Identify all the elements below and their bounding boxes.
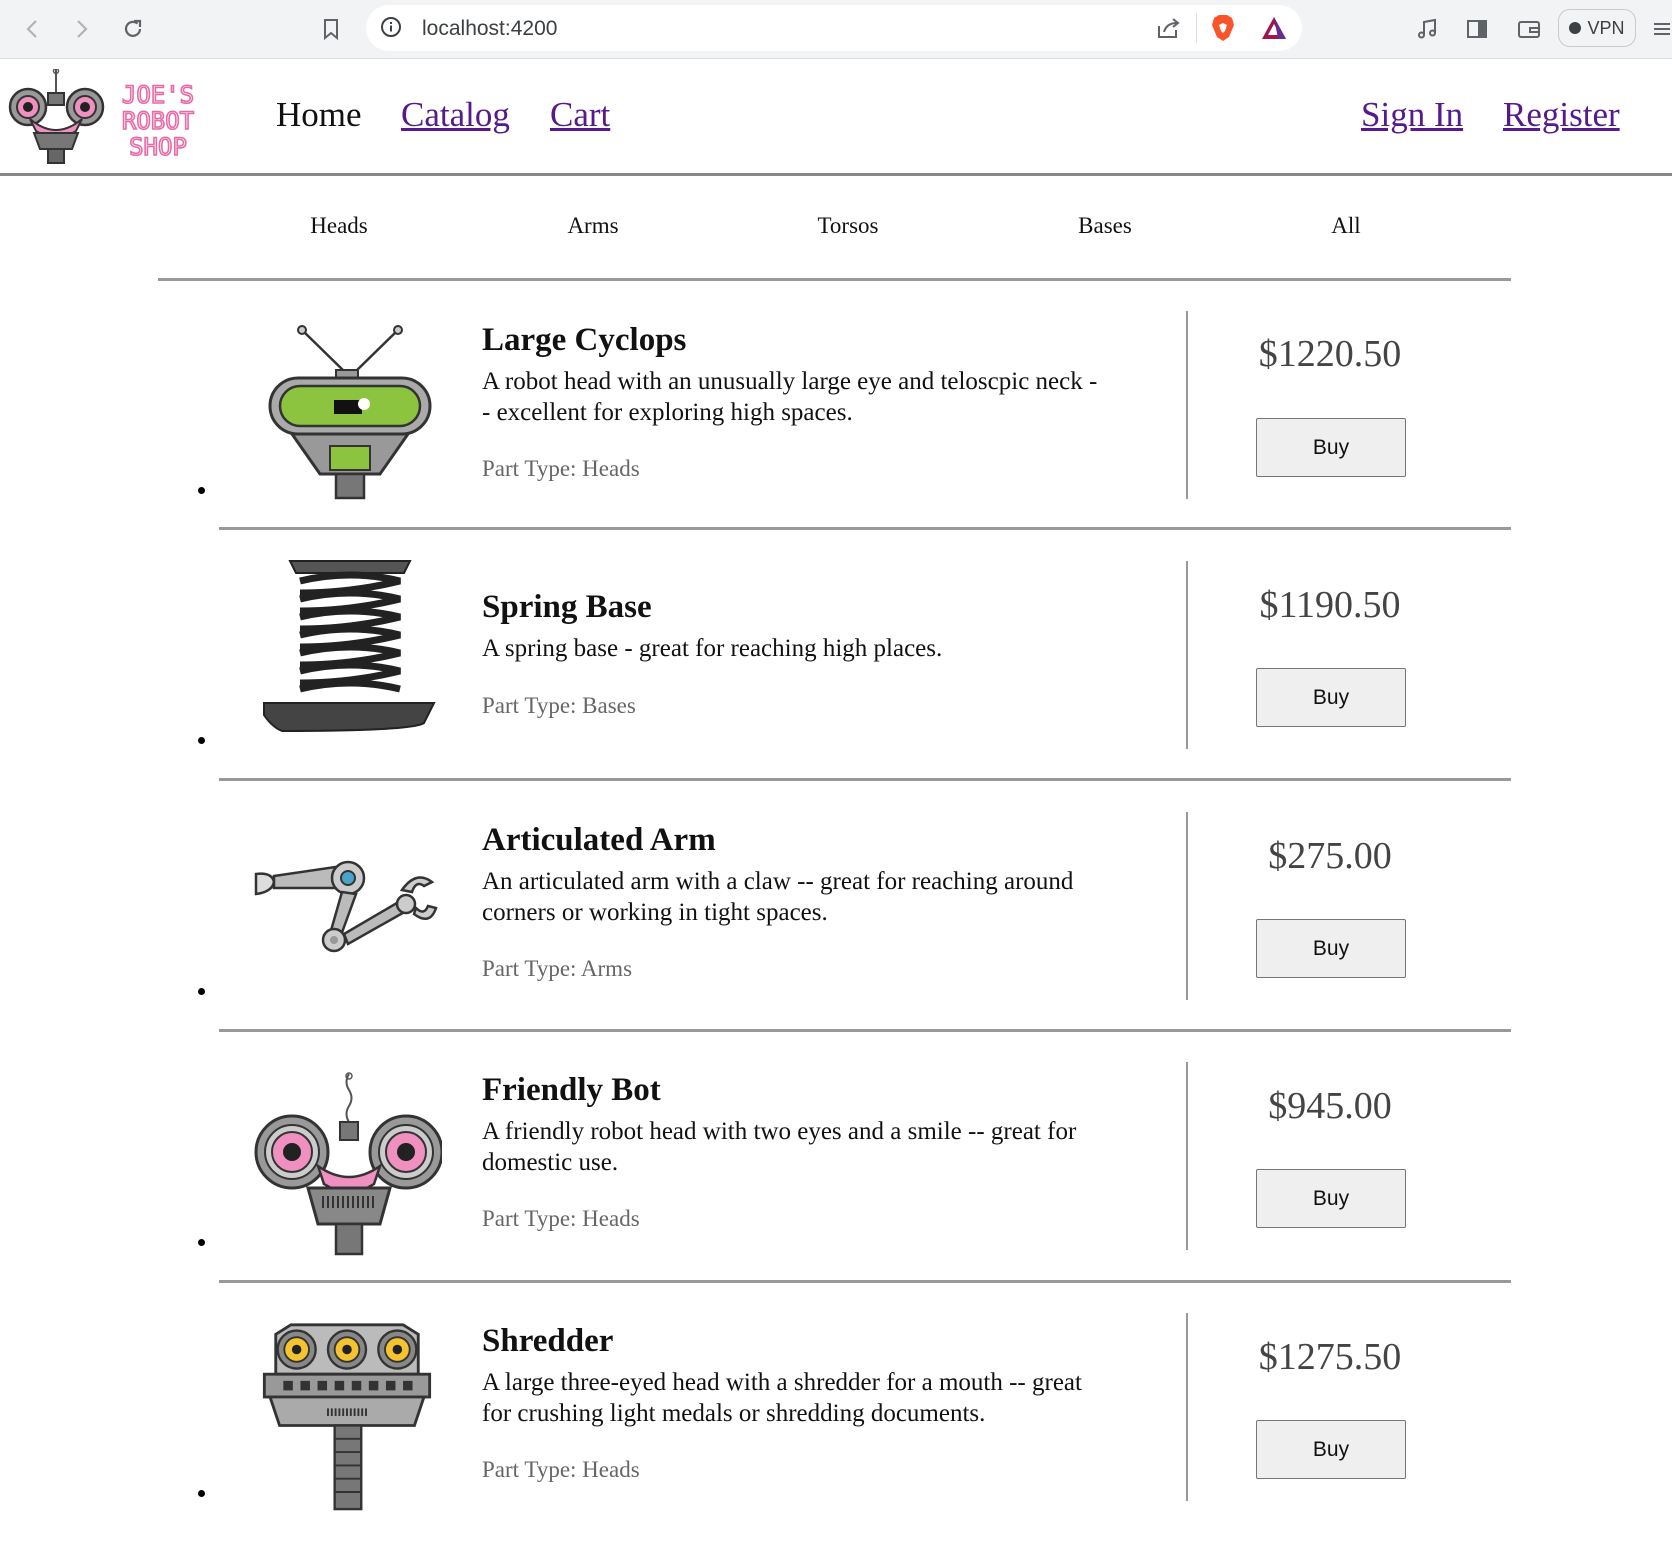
filter-torsos[interactable]: Torsos <box>817 213 878 239</box>
bookmark-icon[interactable] <box>314 12 348 46</box>
articulated-arm-image <box>254 860 438 953</box>
robot-logo-icon: JOE'S ROBOT SHOP <box>8 67 195 164</box>
product-price: $275.00 <box>1268 835 1392 877</box>
buy-button[interactable]: Buy <box>1256 668 1406 727</box>
buy-button[interactable]: Buy <box>1256 1169 1406 1228</box>
menu-icon[interactable] <box>1648 12 1672 46</box>
product-divider-horizontal <box>219 1280 1511 1283</box>
shredder-head-image <box>262 1323 432 1511</box>
list-bullet <box>198 737 205 744</box>
product-name: Shredder <box>482 1323 614 1359</box>
wallet-icon[interactable] <box>1512 12 1546 46</box>
product-divider-horizontal <box>219 1029 1511 1032</box>
share-icon[interactable] <box>1156 16 1182 40</box>
product-price: $945.00 <box>1268 1085 1392 1127</box>
vpn-status-icon <box>1569 22 1582 34</box>
browser-toolbar: localhost:4200 VPN <box>0 0 1672 59</box>
url-text[interactable]: localhost:4200 <box>422 17 557 41</box>
list-bullet <box>198 1490 205 1497</box>
product-divider-horizontal <box>219 778 1511 781</box>
product-price: $1275.50 <box>1258 1336 1402 1378</box>
product-item: Spring Base A spring base - great for re… <box>0 549 1672 799</box>
product-part-type: Part Type: Arms <box>482 956 633 981</box>
friendly-bot-head-image <box>254 1072 442 1256</box>
nav-register[interactable]: Register <box>1503 95 1620 135</box>
buy-button[interactable]: Buy <box>1256 1420 1406 1479</box>
site-header: JOE'S ROBOT SHOP Home Catalog Cart Sign … <box>0 59 1672 176</box>
forward-icon[interactable] <box>64 12 98 46</box>
product-name: Large Cyclops <box>482 322 687 358</box>
list-bullet <box>198 988 205 995</box>
product-name: Friendly Bot <box>482 1072 661 1108</box>
product-part-type: Part Type: Heads <box>482 1457 640 1482</box>
back-icon[interactable] <box>16 12 50 46</box>
product-description: A friendly robot head with two eyes and … <box>482 1118 1077 1176</box>
address-bar[interactable]: localhost:4200 <box>366 5 1302 51</box>
brave-rewards-icon[interactable] <box>1260 15 1288 41</box>
product-item: Articulated Arm An articulated arm with … <box>0 800 1672 1050</box>
product-description: A robot head with an unusually large eye… <box>482 368 1098 426</box>
sidebar-toggle-icon[interactable] <box>1460 12 1494 46</box>
product-name: Articulated Arm <box>482 822 716 858</box>
filter-divider <box>158 278 1511 281</box>
product-price: $1220.50 <box>1258 333 1402 375</box>
site-info-icon[interactable] <box>380 16 402 38</box>
product-description: A large three-eyed head with a shredder … <box>482 1369 1082 1427</box>
filter-bases[interactable]: Bases <box>1078 213 1132 239</box>
product-part-type: Part Type: Heads <box>482 1206 640 1231</box>
brave-shields-icon[interactable] <box>1210 13 1236 43</box>
vpn-label: VPN <box>1587 17 1625 38</box>
filter-heads[interactable]: Heads <box>310 213 367 239</box>
product-name: Spring Base <box>482 589 652 625</box>
product-description: An articulated arm with a claw -- great … <box>482 868 1074 926</box>
site-logo[interactable]: JOE'S ROBOT SHOP <box>8 67 230 165</box>
spring-base-image <box>263 560 436 733</box>
logo-text-line-3: SHOP <box>129 133 187 161</box>
music-icon[interactable] <box>1410 12 1444 46</box>
buy-button[interactable]: Buy <box>1256 418 1406 477</box>
list-bullet <box>198 487 205 494</box>
product-part-type: Part Type: Bases <box>482 693 636 718</box>
nav-home[interactable]: Home <box>276 95 362 135</box>
list-bullet <box>198 1239 205 1246</box>
filter-all[interactable]: All <box>1331 213 1360 239</box>
product-item: Large Cyclops A robot head with an unusu… <box>0 298 1672 548</box>
logo-text-line-2: ROBOT <box>122 107 194 135</box>
large-cyclops-robot-head-image <box>268 325 432 500</box>
nav-cart[interactable]: Cart <box>550 95 610 135</box>
product-item: Friendly Bot A friendly robot head with … <box>0 1050 1672 1300</box>
vpn-button[interactable]: VPN <box>1558 9 1636 47</box>
logo-text-line-1: JOE'S <box>122 81 194 109</box>
product-description: A spring base - great for reaching high … <box>482 635 943 662</box>
buy-button[interactable]: Buy <box>1256 919 1406 978</box>
product-item: Shredder A large three-eyed head with a … <box>0 1301 1672 1551</box>
product-price: $1190.50 <box>1259 584 1401 626</box>
product-divider-horizontal <box>219 527 1511 530</box>
product-part-type: Part Type: Heads <box>482 456 640 481</box>
nav-catalog[interactable]: Catalog <box>401 95 510 135</box>
reload-icon[interactable] <box>116 12 150 46</box>
filter-arms[interactable]: Arms <box>567 213 618 239</box>
nav-sign-in[interactable]: Sign In <box>1361 95 1463 135</box>
